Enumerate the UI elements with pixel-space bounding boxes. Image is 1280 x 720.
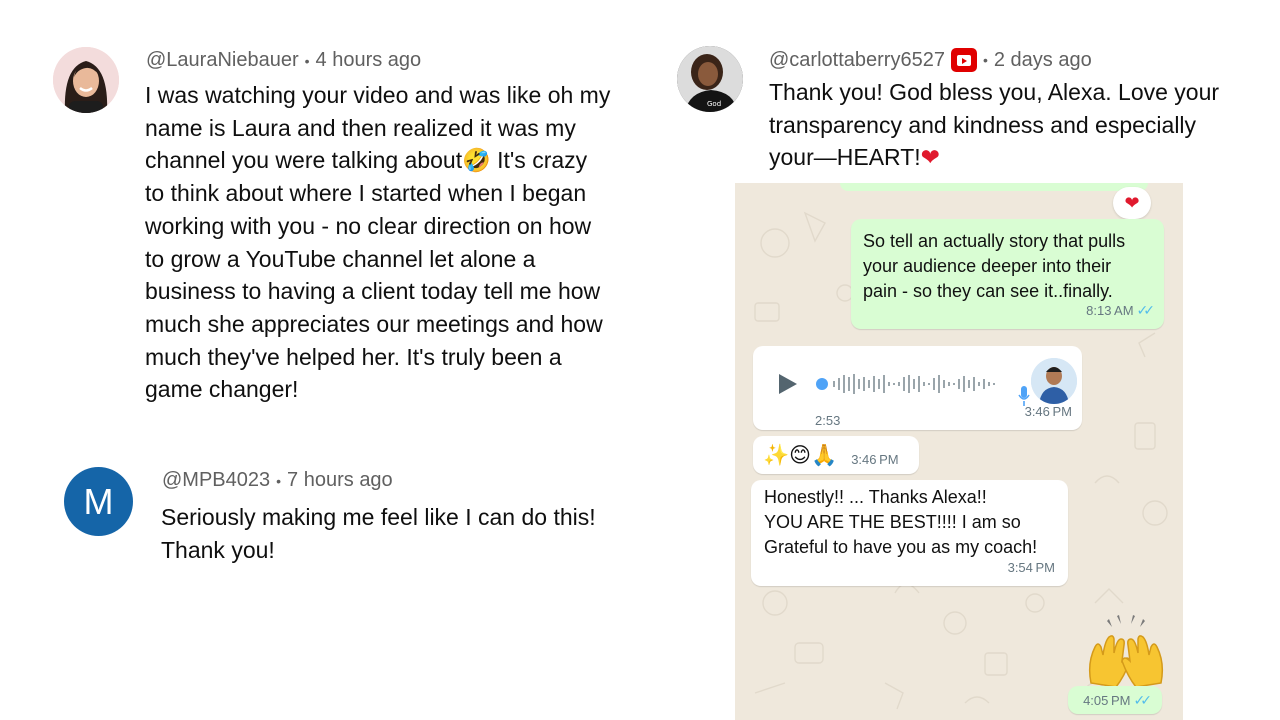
comment-line: to think about where I started when I be… [145, 180, 587, 207]
heart-icon: ❤ [920, 144, 940, 171]
comment-handle[interactable]: @LauraNiebauer [146, 49, 299, 72]
comment-line: I was watching your video and was like o… [145, 82, 611, 108]
comment-handle[interactable]: @MPB4023 [162, 469, 270, 492]
message-line: Honestly!! ... Thanks Alexa!! [764, 487, 987, 507]
comment-line: to grow a YouTube channel let alone a [145, 245, 536, 272]
chat-screenshot: ❤ So tell an actually story that pulls y… [735, 183, 1183, 720]
comment-time[interactable]: 4 hours ago [316, 49, 422, 72]
reaction-heart-icon[interactable]: ❤ [1113, 187, 1151, 219]
comment-body: Seriously making me feel like I can do t… [161, 501, 661, 566]
comment-handle[interactable]: @carlottaberry6527 [769, 49, 945, 72]
message-time: 3:46 PM [1024, 404, 1072, 419]
comment-body: Thank you! God bless you, Alexa. Love yo… [769, 76, 1239, 174]
message-line: So tell an actually story that pulls [863, 231, 1126, 251]
comment-line: Thank you! God bless you, Alexa. Love yo… [769, 79, 1220, 105]
incoming-message[interactable]: Honestly!! ... Thanks Alexa!! YOU ARE TH… [751, 480, 1068, 586]
comment-time[interactable]: 2 days ago [994, 49, 1092, 72]
comment-line: Thank you! [161, 536, 275, 563]
comment-line: working with you - no clear direction on… [145, 212, 592, 239]
youtube-member-icon [950, 48, 977, 72]
laura-photo-icon [53, 47, 119, 113]
message-time: 3:54 PM [1007, 560, 1055, 575]
message-time: 8:13 AM ✓✓ [1086, 302, 1156, 318]
avatar-laura[interactable] [53, 47, 119, 113]
sender-photo-icon [1031, 358, 1077, 404]
emoji-message[interactable]: ✨😊🙏 3:46 PM [753, 436, 919, 474]
voice-duration: 2:53 [815, 413, 841, 428]
comment-line: game changer! [145, 376, 299, 403]
comment-line: much they've helped her. It's truly been… [145, 343, 562, 370]
message-line: your audience deeper into their [863, 256, 1112, 276]
comment-meta: @carlottaberry6527 • 2 days ago [769, 48, 1092, 72]
comment-meta: @MPB4023 • 7 hours ago [162, 469, 393, 492]
voice-message[interactable]: 2:53 3:46 PM [753, 346, 1082, 430]
comment-line: transparency and kindness and especially [769, 111, 1197, 138]
svg-text:God: God [707, 100, 721, 108]
comment-line: much she appreciates our meetings and ho… [145, 310, 603, 337]
read-ticks-icon: ✓✓ [1133, 691, 1152, 708]
comment-line: business to having a client today tell m… [145, 278, 601, 305]
avatar-letter: M [83, 480, 114, 522]
comment-body: I was watching your video and was like o… [145, 79, 645, 406]
sender-avatar [1031, 358, 1077, 404]
message-time: 3:46 PM [851, 451, 899, 467]
comment-line: channel you were talking about🤣 It's cra… [145, 147, 588, 174]
comment-meta: @LauraNiebauer • 4 hours ago [146, 49, 422, 72]
comment-time[interactable]: 7 hours ago [287, 469, 393, 492]
comment-line: name is Laura and then realized it was m… [145, 114, 576, 141]
previous-message-edge [840, 183, 1148, 191]
comment-line: your—HEART!❤ [769, 144, 940, 171]
carlotta-photo-icon: God [677, 46, 743, 112]
raising-hands-icon[interactable] [1087, 613, 1165, 688]
outgoing-message[interactable]: So tell an actually story that pulls you… [851, 219, 1164, 329]
emoji-text: ✨😊🙏 [763, 443, 838, 467]
message-line: YOU ARE THE BEST!!!! I am so [764, 512, 1021, 532]
play-icon[interactable] [779, 374, 797, 394]
avatar-mpb[interactable]: M [64, 467, 133, 536]
avatar-carlotta[interactable]: God [677, 46, 743, 112]
audio-waveform[interactable] [815, 371, 1001, 397]
outgoing-message-time[interactable]: 4:05 PM ✓✓ [1068, 686, 1162, 714]
comment-line: Seriously making me feel like I can do t… [161, 504, 596, 530]
read-ticks-icon: ✓✓ [1136, 302, 1156, 318]
